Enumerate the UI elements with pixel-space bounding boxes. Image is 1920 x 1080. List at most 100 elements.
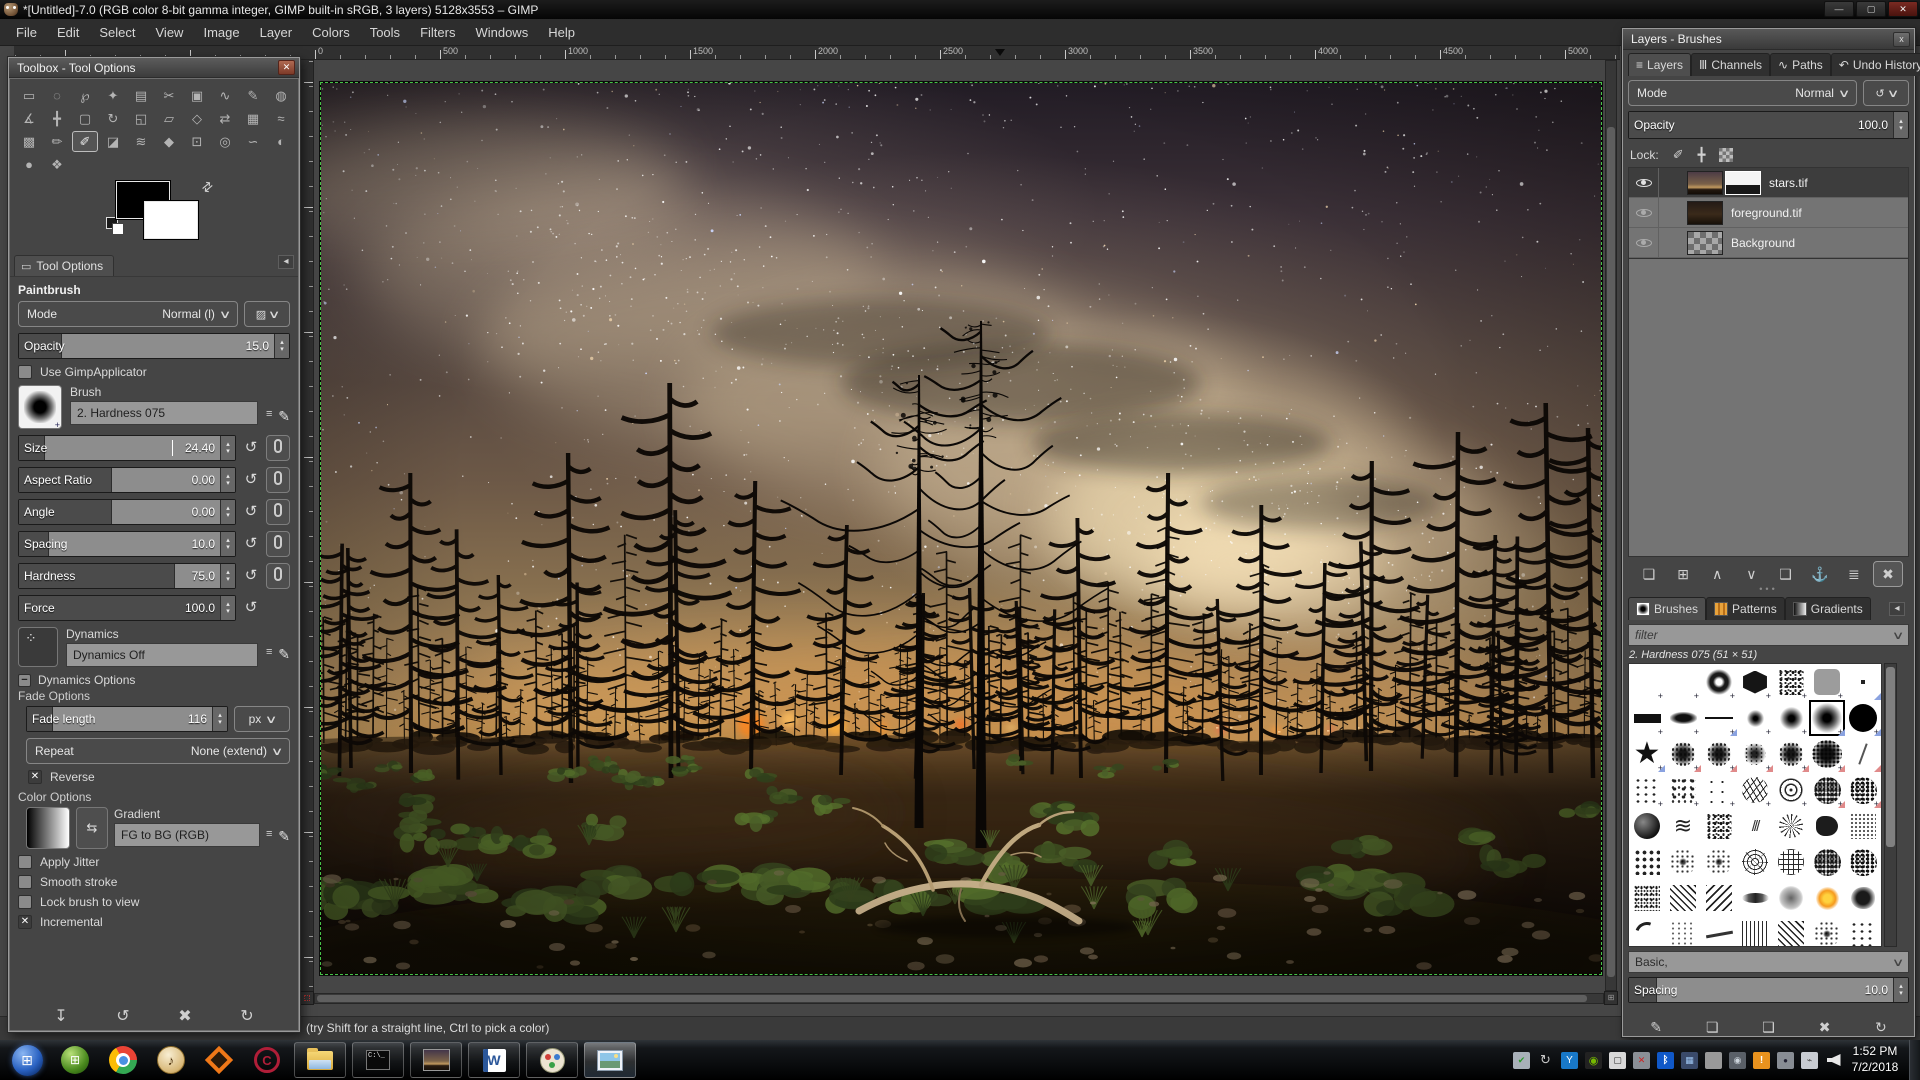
- swap-colors-icon[interactable]: ⇄: [198, 177, 217, 196]
- brush-swatch-splat[interactable]: +: [1701, 736, 1737, 773]
- dynamics-options-expander[interactable]: − Dynamics Options: [18, 673, 290, 687]
- brush-spacing-slider[interactable]: Spacing 10.0 ▴ ▾: [1628, 977, 1909, 1003]
- brush-swatch-sticks[interactable]: ///: [1737, 808, 1773, 844]
- panel-menu-button[interactable]: ◂: [278, 255, 294, 269]
- toolbox-close-button[interactable]: ✕: [278, 60, 295, 75]
- tool-rotate-icon[interactable]: ↻: [100, 108, 126, 129]
- brush-swatch-grain[interactable]: [1845, 808, 1881, 844]
- taskbar-app-cubase[interactable]: C: [246, 1040, 288, 1080]
- lock-pixels-icon[interactable]: ✐: [1673, 147, 1684, 163]
- tool-flip-icon[interactable]: ⇄: [212, 108, 238, 129]
- brush-spacing-spinner[interactable]: ▴ ▾: [1893, 978, 1908, 1002]
- tab-paths[interactable]: ∿ Paths: [1770, 53, 1831, 76]
- brush-swatch-scribble[interactable]: ≋: [1665, 808, 1701, 844]
- fade-length-spinner[interactable]: ▴ ▾: [212, 707, 227, 731]
- lock-position-icon[interactable]: ╋: [1698, 147, 1706, 163]
- tab-layers[interactable]: ≡ Layers: [1628, 53, 1692, 76]
- tab-patterns[interactable]: Patterns: [1706, 597, 1785, 620]
- mode-switch-button[interactable]: ▨ ∨: [244, 301, 290, 327]
- brush-swatch-dust[interactable]: [1665, 916, 1701, 946]
- vertical-scrollbar[interactable]: [1605, 60, 1617, 991]
- menu-filters[interactable]: Filters: [410, 21, 465, 44]
- force-reset-button[interactable]: ↺: [239, 595, 263, 621]
- tool-select-by-color-icon[interactable]: ▤: [128, 85, 154, 106]
- brush-swatch-web[interactable]: [1737, 844, 1773, 880]
- edit-brush-button[interactable]: [266, 405, 290, 429]
- dynamics-thumbnail[interactable]: [18, 627, 58, 667]
- brush-swatch-soft3[interactable]: +: [1809, 700, 1845, 737]
- brush-swatch-ball[interactable]: [1629, 808, 1665, 844]
- tool-shear-icon[interactable]: ▱: [156, 108, 182, 129]
- brush-swatch-soft2[interactable]: +: [1773, 700, 1809, 737]
- fade-length-slider[interactable]: Fade length 116 ▴ ▾: [26, 706, 228, 732]
- tool-ink-icon[interactable]: ◆: [156, 131, 182, 152]
- brush-swatch-spray[interactable]: [1665, 844, 1701, 880]
- layer-row-stars-tif[interactable]: stars.tif: [1629, 168, 1908, 198]
- brush-swatch-cells[interactable]: +: [1773, 772, 1809, 809]
- size-reset-button[interactable]: ↺: [239, 435, 263, 461]
- vertical-ruler[interactable]: [300, 60, 314, 1024]
- tool-ellipse-select-icon[interactable]: ◌: [44, 85, 70, 106]
- tab-gradients[interactable]: Gradients: [1784, 597, 1871, 620]
- layer-row-foreground-tif[interactable]: foreground.tif: [1629, 198, 1908, 228]
- aspect-ratio-link-button[interactable]: [266, 467, 290, 493]
- layers-list-empty-area[interactable]: [1628, 259, 1909, 557]
- angle-reset-button[interactable]: ↺: [239, 499, 263, 525]
- layer-mode-dropdown[interactable]: Mode Normal ∨: [1628, 80, 1857, 106]
- brush-swatch-net[interactable]: [1773, 844, 1809, 880]
- angle-slider[interactable]: Angle 0.00 ▴ ▾: [18, 499, 236, 525]
- wireless-network-icon[interactable]: Y: [1561, 1051, 1578, 1069]
- incremental-checkbox[interactable]: ✕ Incremental: [18, 915, 290, 929]
- brush-swatch-splat[interactable]: +: [1665, 736, 1701, 773]
- aspect-ratio-reset-button[interactable]: ↺: [239, 467, 263, 493]
- display-icon[interactable]: ▢: [1609, 1051, 1626, 1069]
- tab-tool-options[interactable]: ▭ Tool Options: [14, 255, 115, 276]
- layer-opacity-spinner[interactable]: ▴ ▾: [1893, 112, 1908, 138]
- brush-swatch-blot[interactable]: [1845, 880, 1881, 916]
- brush-tag-dropdown[interactable]: Basic, ∨: [1628, 951, 1909, 973]
- new-layer-group-button[interactable]: ⊞: [1668, 561, 1698, 587]
- lock-brush-checkbox[interactable]: Lock brush to view: [18, 895, 290, 909]
- menu-edit[interactable]: Edit: [47, 21, 89, 44]
- brush-swatch-streak[interactable]: [1701, 916, 1737, 946]
- visibility-toggle[interactable]: [1629, 228, 1659, 257]
- aspect-ratio-slider[interactable]: Aspect Ratio 0.00 ▴ ▾: [18, 467, 236, 493]
- delete-layer-button[interactable]: ✖: [1872, 561, 1903, 587]
- layer-opacity-slider[interactable]: Opacity 100.0 ▴ ▾: [1628, 111, 1909, 139]
- brush-swatch-dot[interactable]: [1845, 664, 1881, 700]
- taskbar-app-launcher-green[interactable]: ⊞: [54, 1040, 96, 1080]
- tool-gradient-icon[interactable]: ▩: [16, 131, 42, 152]
- tool-measure-icon[interactable]: ∡: [16, 108, 42, 129]
- brush-filter-input[interactable]: filter ∨: [1628, 624, 1909, 646]
- force-slider[interactable]: Force 100.0 ▴ ▾: [18, 595, 236, 621]
- brush-swatch-smoke[interactable]: [1773, 880, 1809, 916]
- tool-clone-icon[interactable]: ⊡: [184, 131, 210, 152]
- brush-swatch-blank[interactable]: +: [1665, 664, 1701, 701]
- taskbar-app-explorer[interactable]: [294, 1042, 346, 1078]
- edit-brush-button[interactable]: ✎: [1641, 1014, 1671, 1040]
- visibility-toggle[interactable]: [1629, 198, 1659, 227]
- brush-swatch-splat[interactable]: +: [1773, 736, 1809, 773]
- hardness-link-button[interactable]: [266, 563, 290, 589]
- tool-airbrush-icon[interactable]: ≋: [128, 131, 154, 152]
- webcam-icon[interactable]: ●: [1777, 1051, 1794, 1069]
- edit-dynamics-button[interactable]: [266, 643, 290, 667]
- anchor-layer-button[interactable]: ⚓: [1805, 561, 1835, 587]
- background-color-swatch[interactable]: [143, 200, 199, 240]
- flip-gradient-button[interactable]: ⇆: [76, 807, 108, 849]
- taskbar-app-photo-viewer[interactable]: [584, 1042, 636, 1078]
- tool-dodge-burn-icon[interactable]: ◐: [268, 131, 294, 152]
- layers-panel-titlebar[interactable]: Layers - Brushes x: [1623, 29, 1914, 50]
- brush-swatch-hellipse[interactable]: +: [1665, 700, 1701, 737]
- minimize-button[interactable]: —: [1824, 1, 1854, 17]
- toolbox-titlebar[interactable]: Toolbox - Tool Options ✕: [9, 58, 299, 78]
- taskbar-app-chrome[interactable]: [102, 1040, 144, 1080]
- brush-swatch-ring[interactable]: +: [1701, 664, 1737, 701]
- brush-swatch-graysq[interactable]: +: [1809, 664, 1845, 701]
- tab-channels[interactable]: Ⅲ Channels: [1691, 53, 1771, 76]
- menu-view[interactable]: View: [146, 21, 194, 44]
- tool-perspective-icon[interactable]: ◇: [184, 108, 210, 129]
- brush-grid-scrollbar[interactable]: [1884, 663, 1897, 947]
- brush-swatch-pepper[interactable]: [1629, 880, 1665, 916]
- brush-swatch-grunge2[interactable]: [1845, 844, 1881, 880]
